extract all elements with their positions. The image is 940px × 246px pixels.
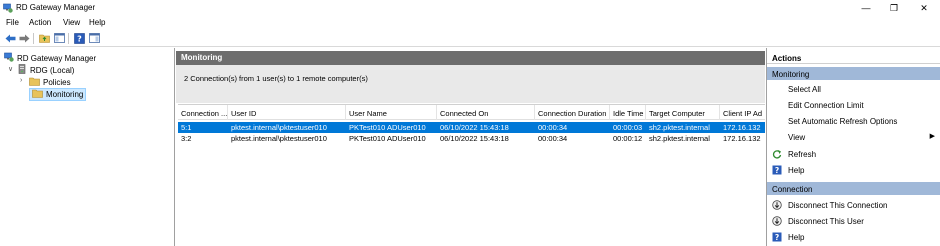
- actions-pane-title: Actions: [767, 51, 940, 64]
- cell-connected-on: 06/10/2022 15:43:18: [440, 123, 509, 132]
- action-label: Disconnect This Connection: [788, 201, 888, 210]
- show-hide-console-tree-icon[interactable]: [53, 32, 65, 44]
- minimize-icon[interactable]: —: [852, 0, 880, 16]
- svg-text:?: ?: [77, 34, 82, 43]
- folder-icon: [29, 77, 40, 88]
- result-pane-header: Monitoring: [176, 51, 765, 65]
- tree-node-root[interactable]: RD Gateway Manager: [4, 52, 96, 64]
- console-tree: RD Gateway Manager ∨ RDG (Local) › Polic…: [0, 48, 175, 246]
- collapse-chevron-icon[interactable]: ∨: [8, 65, 13, 73]
- menu-view[interactable]: View: [63, 18, 80, 27]
- svg-text:?: ?: [775, 233, 779, 242]
- tree-selection-highlight: Monitoring: [29, 87, 87, 101]
- action-disconnect-this-connection[interactable]: Disconnect This Connection: [767, 197, 940, 213]
- tree-label-policies: Policies: [43, 77, 71, 87]
- action-label: Disconnect This User: [788, 217, 864, 226]
- menu-action[interactable]: Action: [29, 18, 51, 27]
- action-label: Help: [788, 166, 805, 175]
- tree-node-monitoring[interactable]: Monitoring: [29, 87, 87, 101]
- connection-summary-text: 2 Connection(s) from 1 user(s) to 1 remo…: [184, 74, 368, 83]
- action-help-connection[interactable]: ? Help: [767, 229, 940, 245]
- cell-user-id: pktest.internal\pktestuser010: [231, 134, 327, 143]
- toolbar: ?: [0, 30, 940, 47]
- menu-file[interactable]: File: [6, 18, 19, 27]
- disconnect-icon: [772, 200, 782, 210]
- cell-connection-duration: 00:00:34: [538, 123, 568, 132]
- forward-arrow-icon[interactable]: [18, 32, 30, 44]
- back-arrow-icon[interactable]: [4, 32, 16, 44]
- action-label: Edit Connection Limit: [788, 101, 864, 110]
- tree-node-policies[interactable]: Policies: [29, 76, 71, 88]
- cell-connection-id: 5:1: [181, 123, 192, 132]
- action-help-monitoring[interactable]: ? Help: [767, 162, 940, 178]
- column-header-connection-duration[interactable]: Connection Duration: [535, 105, 610, 120]
- show-hide-action-pane-icon[interactable]: [88, 32, 100, 44]
- table-row[interactable]: 5:1 pktest.internal\pktestuser010 PKTest…: [178, 122, 765, 133]
- up-folder-icon[interactable]: [38, 32, 50, 44]
- submenu-arrow-icon: ▶: [929, 133, 935, 140]
- toolbar-separator: [33, 33, 34, 44]
- expand-chevron-icon[interactable]: ›: [20, 77, 22, 84]
- action-label: View: [788, 133, 806, 142]
- svg-text:?: ?: [775, 166, 779, 175]
- tree-label-server: RDG (Local): [30, 65, 75, 75]
- connections-list: Connection ... User ID User Name Connect…: [178, 104, 765, 246]
- connections-list-header: Connection ... User ID User Name Connect…: [178, 105, 765, 120]
- menu-bar: File Action View Help: [0, 16, 940, 30]
- toolbar-separator: [68, 33, 69, 44]
- actions-pane: Actions Monitoring Select All Edit Conne…: [766, 48, 940, 246]
- action-label: Set Automatic Refresh Options: [788, 117, 898, 126]
- column-header-idle-time[interactable]: Idle Time: [610, 105, 646, 120]
- result-pane: Monitoring 2 Connection(s) from 1 user(s…: [176, 48, 765, 246]
- menu-help[interactable]: Help: [89, 18, 105, 27]
- column-header-connected-on[interactable]: Connected On: [437, 105, 535, 120]
- restore-icon[interactable]: ❐: [880, 0, 908, 16]
- cell-user-name: PKTest010 ADUser010: [349, 123, 426, 132]
- close-icon[interactable]: ✕: [910, 0, 938, 16]
- cell-user-name: PKTest010 ADUser010: [349, 134, 426, 143]
- column-header-client-ip[interactable]: Client IP Ad: [720, 105, 765, 120]
- help-icon: ?: [772, 165, 782, 175]
- cell-target-computer: sh2.pktest.internal: [649, 134, 710, 143]
- tree-node-server[interactable]: RDG (Local): [17, 64, 74, 76]
- action-label: Refresh: [788, 150, 817, 159]
- actions-section-monitoring[interactable]: Monitoring: [767, 67, 940, 80]
- action-label: Help: [788, 233, 805, 242]
- help-icon[interactable]: ?: [73, 32, 85, 44]
- disconnect-icon: [772, 216, 782, 226]
- cell-user-id: pktest.internal\pktestuser010: [231, 123, 327, 132]
- column-header-connection[interactable]: Connection ...: [178, 105, 228, 120]
- action-edit-connection-limit[interactable]: Edit Connection Limit: [767, 97, 940, 113]
- cell-connection-duration: 00:00:34: [538, 134, 568, 143]
- column-header-target-computer[interactable]: Target Computer: [646, 105, 720, 120]
- action-refresh[interactable]: Refresh: [767, 146, 940, 162]
- table-row[interactable]: 3:2 pktest.internal\pktestuser010 PKTest…: [178, 133, 765, 144]
- cell-client-ip: 172.16.132: [723, 123, 761, 132]
- tree-label-monitoring: Monitoring: [46, 89, 84, 99]
- action-label: Select All: [788, 85, 821, 94]
- action-disconnect-this-user[interactable]: Disconnect This User: [767, 213, 940, 229]
- title-bar: RD Gateway Manager — ❐ ✕: [0, 0, 940, 16]
- cell-idle-time: 00:00:12: [613, 134, 643, 143]
- tree-label-root: RD Gateway Manager: [17, 53, 97, 63]
- action-view[interactable]: View ▶: [767, 129, 940, 145]
- column-header-user-name[interactable]: User Name: [346, 105, 437, 120]
- action-set-automatic-refresh-options[interactable]: Set Automatic Refresh Options: [767, 113, 940, 129]
- rd-gateway-manager-icon: [4, 52, 14, 64]
- refresh-icon: [772, 149, 782, 159]
- cell-connected-on: 06/10/2022 15:43:18: [440, 134, 509, 143]
- folder-icon: [32, 89, 43, 100]
- connection-summary-band: 2 Connection(s) from 1 user(s) to 1 remo…: [176, 65, 765, 103]
- action-select-all[interactable]: Select All: [767, 81, 940, 97]
- window-title: RD Gateway Manager: [16, 3, 96, 12]
- server-icon: [17, 64, 27, 76]
- help-icon: ?: [772, 232, 782, 242]
- cell-idle-time: 00:00:03: [613, 123, 643, 132]
- cell-client-ip: 172.16.132: [723, 134, 761, 143]
- column-header-user-id[interactable]: User ID: [228, 105, 346, 120]
- rd-gateway-app-icon: [3, 3, 13, 13]
- cell-target-computer: sh2.pktest.internal: [649, 123, 710, 132]
- actions-section-connection[interactable]: Connection: [767, 182, 940, 195]
- cell-connection-id: 3:2: [181, 134, 192, 143]
